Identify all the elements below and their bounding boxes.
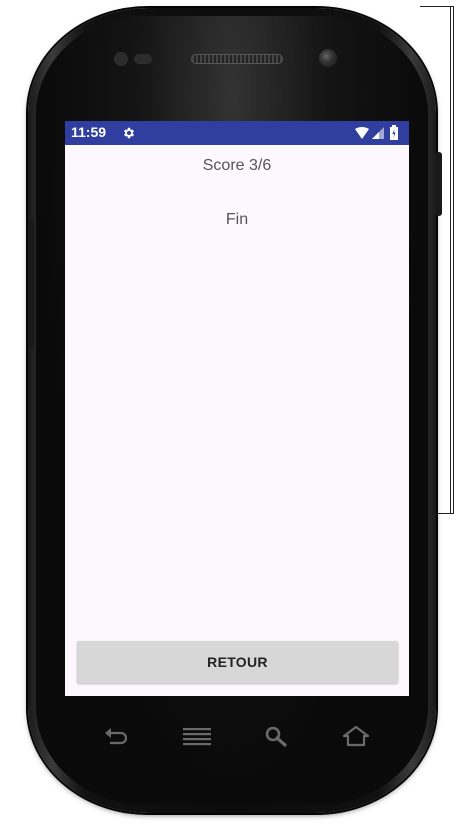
power-button[interactable] [436,152,442,216]
score-label: Score 3/6 [202,157,272,174]
wifi-icon [355,127,369,139]
retour-button[interactable]: RETOUR [77,641,398,683]
home-icon[interactable] [342,724,370,748]
signal-icon [372,127,384,139]
volume-button[interactable] [28,220,34,348]
back-icon[interactable] [102,724,130,748]
earpiece-speaker [191,54,283,64]
battery-icon [390,125,398,140]
light-sensor [134,54,152,64]
search-icon[interactable] [263,724,291,748]
status-bar: 11:59 [65,121,409,145]
front-camera [319,49,337,67]
proximity-sensor [114,52,128,66]
phone-screen: 11:59 Score 3/6 Fin RETOUR [65,121,409,696]
status-time: 11:59 [71,124,107,140]
end-label: Fin [225,211,249,228]
menu-icon[interactable] [183,724,211,748]
background-panel-edge [450,6,451,514]
gear-icon [123,127,135,139]
